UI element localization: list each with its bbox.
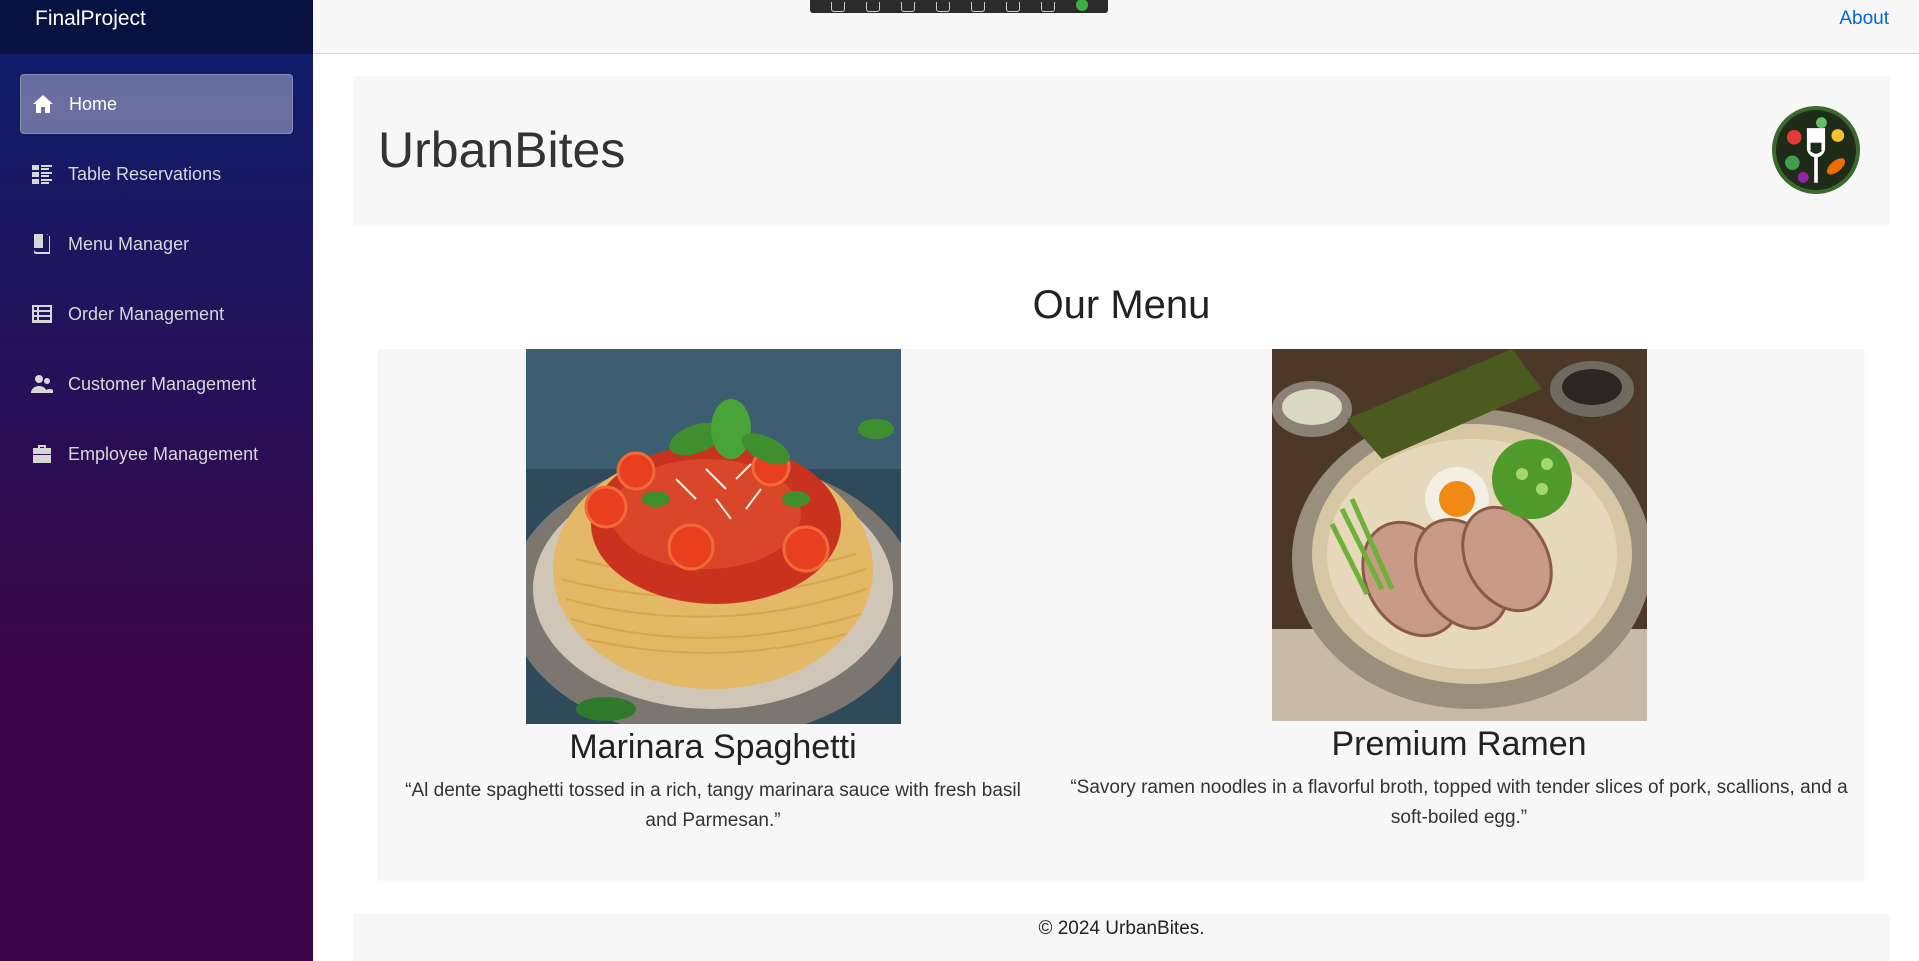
briefcase-icon xyxy=(30,442,54,466)
page-title: UrbanBites xyxy=(378,122,626,178)
book-icon xyxy=(30,232,54,256)
hero-banner: UrbanBites xyxy=(353,76,1890,225)
floating-toolbar xyxy=(810,0,1108,13)
dish-name: Marinara Spaghetti xyxy=(569,728,857,766)
sidebar-item-label: Menu Manager xyxy=(68,233,190,254)
toolbar-button[interactable] xyxy=(1040,1,1055,12)
sidebar: FinalProject Home Table Reservations Men… xyxy=(0,0,313,961)
menu-card: Marinara Spaghetti “Al dente spaghetti t… xyxy=(378,349,1048,836)
menu-heading: Our Menu xyxy=(1032,283,1211,327)
sidebar-item-customer-management[interactable]: Customer Management xyxy=(20,354,293,414)
menu-card: Premium Ramen “Savory ramen noodles in a… xyxy=(1053,349,1865,833)
sidebar-item-label: Table Reservations xyxy=(68,163,222,184)
dish-description: “Savory ramen noodles in a flavorful bro… xyxy=(1070,777,1848,828)
restaurant-logo xyxy=(1772,106,1860,194)
sidebar-item-label: Order Management xyxy=(68,303,225,324)
menu-panel: Marinara Spaghetti “Al dente spaghetti t… xyxy=(378,349,1865,881)
premium-ramen-image xyxy=(1271,349,1647,721)
marinara-spaghetti-image xyxy=(525,349,901,724)
main-content: UrbanBites Our Menu Marinara Spaghetti “… xyxy=(353,76,1890,881)
dish-name: Premium Ramen xyxy=(1331,725,1587,763)
toolbar-button[interactable] xyxy=(935,1,950,12)
home-icon xyxy=(31,92,55,116)
footer-copyright: © 2024 UrbanBites. xyxy=(1038,918,1205,939)
toolbar-button[interactable] xyxy=(865,1,880,12)
sidebar-item-table-reservations[interactable]: Table Reservations xyxy=(20,144,293,204)
sidebar-item-menu-manager[interactable]: Menu Manager xyxy=(20,214,293,274)
sidebar-item-label: Customer Management xyxy=(68,373,257,394)
app-brand[interactable]: FinalProject xyxy=(0,0,313,54)
dish-description: “Al dente spaghetti tossed in a rich, ta… xyxy=(405,780,1021,831)
table-list-icon xyxy=(30,162,54,186)
toolbar-button[interactable] xyxy=(830,1,845,12)
people-icon xyxy=(30,372,54,396)
toolbar-button[interactable] xyxy=(970,1,985,12)
list-icon xyxy=(30,302,54,326)
sidebar-item-employee-management[interactable]: Employee Management xyxy=(20,424,293,484)
footer: © 2024 UrbanBites. xyxy=(353,914,1890,961)
sidebar-item-label: Employee Management xyxy=(68,443,259,464)
sidebar-item-label: Home xyxy=(69,93,118,114)
top-bar: About xyxy=(313,0,1919,54)
sidebar-item-order-management[interactable]: Order Management xyxy=(20,284,293,344)
toolbar-button[interactable] xyxy=(1005,1,1020,12)
sidebar-item-home[interactable]: Home xyxy=(20,74,293,134)
check-icon[interactable] xyxy=(1075,0,1088,11)
toolbar-button[interactable] xyxy=(900,1,915,12)
sidebar-nav: Home Table Reservations Menu Manager Ord… xyxy=(0,54,313,484)
about-link[interactable]: About xyxy=(1839,8,1889,30)
